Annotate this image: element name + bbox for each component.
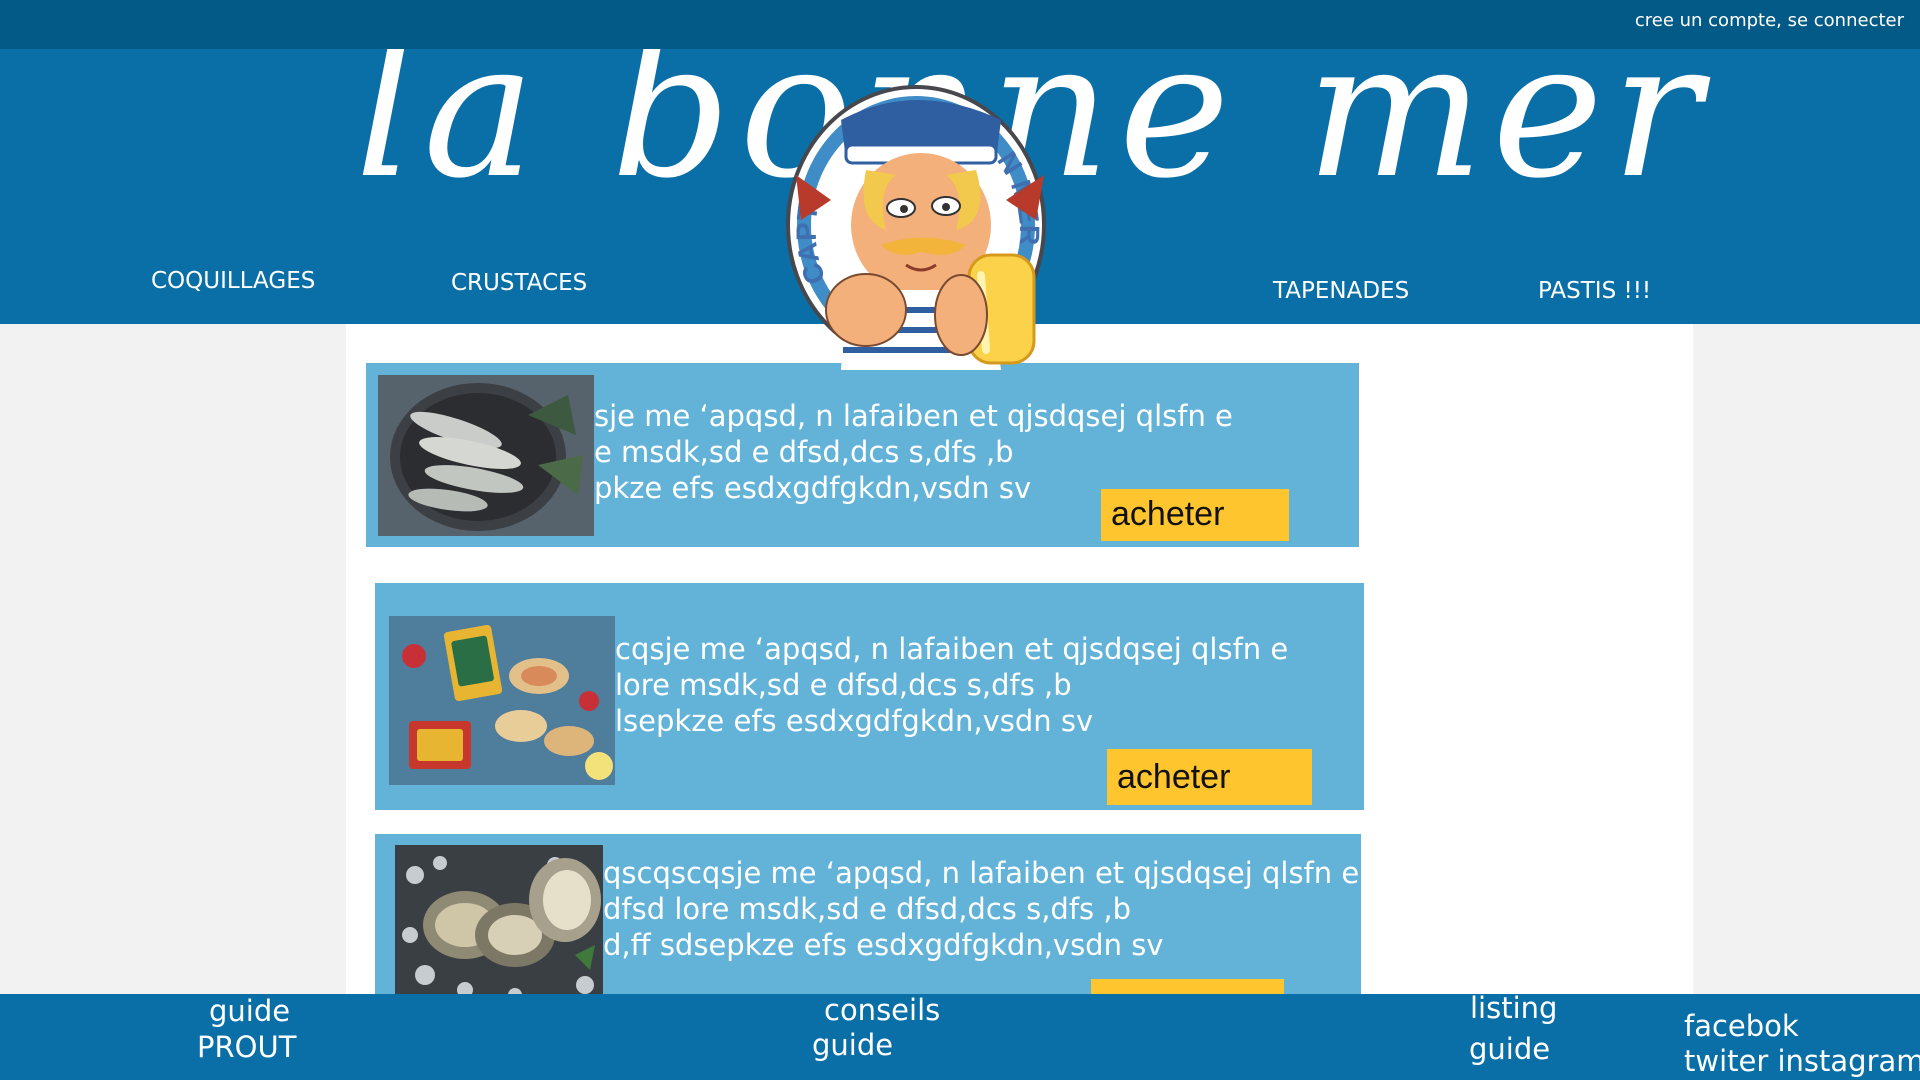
buy-button[interactable] xyxy=(1091,979,1284,994)
footer-link-social[interactable]: twiter instagram xyxy=(1684,1044,1920,1078)
footer-link-guide-2[interactable]: guide xyxy=(812,1028,893,1062)
footer-link-conseils[interactable]: conseils xyxy=(824,993,940,1027)
buy-button[interactable]: acheter xyxy=(1101,489,1289,541)
account-link[interactable]: cree un compte, se connecter xyxy=(1635,10,1904,31)
product-card: sje me ‘apqsd, n lafaiben et qjsdqsej ql… xyxy=(366,363,1359,547)
product-description: cqsje me ‘apqsd, n lafaiben et qjsdqsej … xyxy=(615,632,1289,738)
site-footer: guide PROUT conseils guide listing guide… xyxy=(0,991,1920,1080)
nav-pastis[interactable]: PASTIS !!! xyxy=(1538,278,1651,304)
sailor-mascot-logo[interactable]: CAPT N MER xyxy=(786,80,1054,380)
footer-link-facebook[interactable]: facebok xyxy=(1684,1009,1799,1043)
product-card: qscqscqsje me ‘apqsd, n lafaiben et qjsd… xyxy=(375,834,1361,994)
nav-tapenades[interactable]: TAPENADES xyxy=(1273,278,1409,304)
oysters-on-ice-image xyxy=(395,845,603,994)
nav-crustaces[interactable]: CRUSTACES xyxy=(451,270,587,296)
product-description: qscqscqsje me ‘apqsd, n lafaiben et qjsd… xyxy=(603,856,1360,962)
top-bar: cree un compte, se connecter xyxy=(0,0,1920,49)
footer-link-listing[interactable]: listing xyxy=(1470,991,1557,1025)
product-card: cqsje me ‘apqsd, n lafaiben et qjsdqsej … xyxy=(375,583,1364,810)
footer-link-guide-3[interactable]: guide xyxy=(1469,1032,1550,1066)
sardine-tins-image xyxy=(389,616,615,785)
footer-link-guide[interactable]: guide xyxy=(209,994,290,1028)
footer-link-prout[interactable]: PROUT xyxy=(197,1030,296,1064)
product-list-panel: sje me ‘apqsd, n lafaiben et qjsdqsej ql… xyxy=(346,324,1693,994)
sardines-plate-image xyxy=(378,375,594,536)
nav-coquillages[interactable]: COQUILLAGES xyxy=(151,268,315,294)
buy-button[interactable]: acheter xyxy=(1107,749,1312,805)
